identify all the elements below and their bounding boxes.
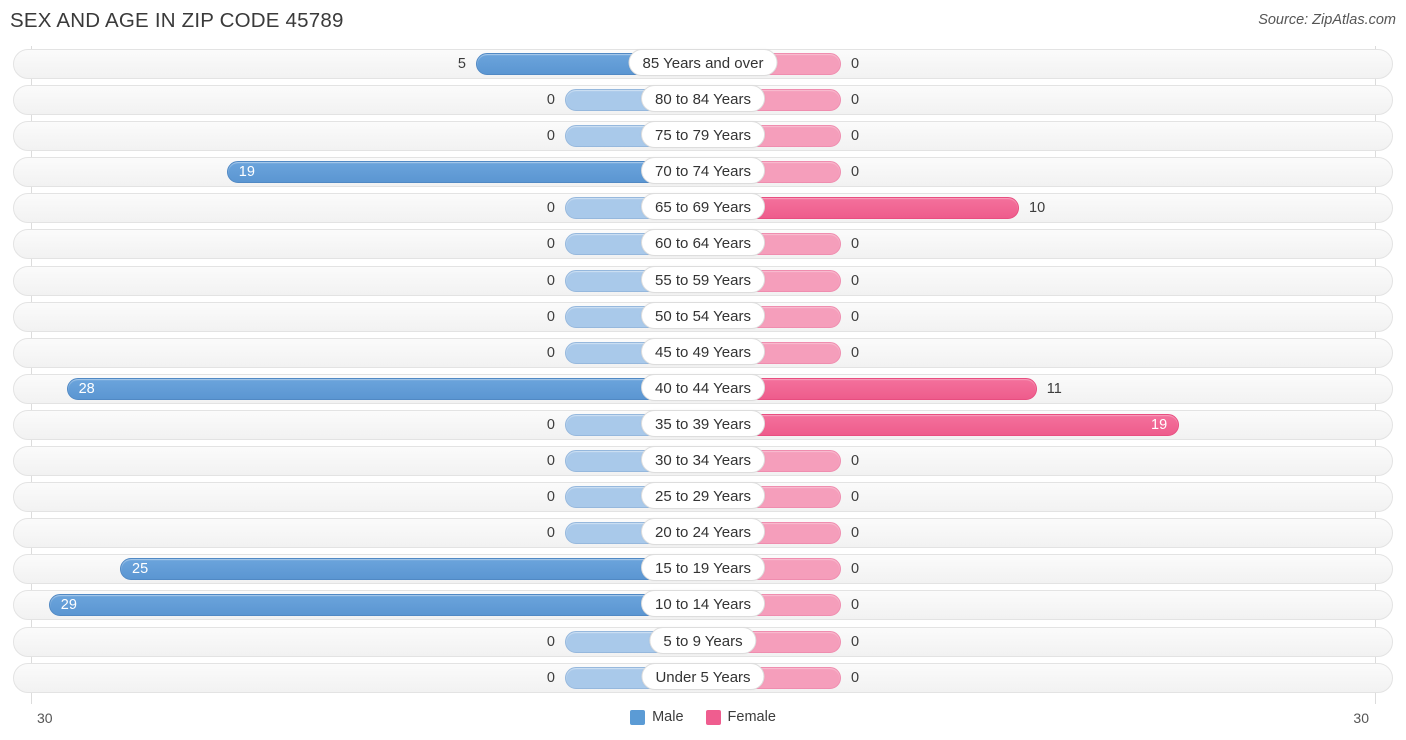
legend-item-male[interactable]: Male <box>630 709 684 725</box>
age-group-label: 70 to 74 Years <box>641 157 765 185</box>
age-group-label: 80 to 84 Years <box>641 85 765 113</box>
male-value-label: 0 <box>546 92 555 109</box>
table-row[interactable]: 0 0 20 to 24 Years <box>0 515 1406 551</box>
male-value-label: 29 <box>60 597 77 614</box>
age-group-label: 30 to 34 Years <box>641 446 765 474</box>
legend-swatch-female-icon <box>705 709 721 725</box>
female-value-label: 0 <box>851 489 860 506</box>
legend-swatch-male-icon <box>630 709 646 725</box>
age-group-label: 45 to 49 Years <box>641 337 765 365</box>
male-value-label: 28 <box>78 380 95 397</box>
female-value-label: 0 <box>851 308 860 325</box>
table-row[interactable]: 0 0 60 to 64 Years <box>0 226 1406 262</box>
female-value-label: 0 <box>851 453 860 470</box>
male-value-label: 0 <box>546 453 555 470</box>
male-value-label: 0 <box>546 489 555 506</box>
male-value-label: 0 <box>546 272 555 289</box>
female-value-label: 0 <box>851 525 860 542</box>
table-row[interactable]: 19 0 70 to 74 Years <box>0 154 1406 190</box>
table-row[interactable]: 0 0 Under 5 Years <box>0 660 1406 696</box>
table-row[interactable]: 28 11 40 to 44 Years <box>0 371 1406 407</box>
female-value-label: 0 <box>851 272 860 289</box>
female-value-label: 19 <box>1151 416 1168 433</box>
age-group-label: 10 to 14 Years <box>641 590 765 618</box>
legend-label-male: Male <box>652 709 684 725</box>
female-value-label: 0 <box>851 669 860 686</box>
age-group-label: 15 to 19 Years <box>641 554 765 582</box>
legend-label-female: Female <box>727 709 776 725</box>
source-attribution: Source: ZipAtlas.com <box>1258 12 1396 28</box>
female-value-label: 0 <box>851 128 860 145</box>
male-value-label: 0 <box>546 200 555 217</box>
age-group-label: 50 to 54 Years <box>641 301 765 329</box>
page-title: SEX AND AGE IN ZIP CODE 45789 <box>10 9 344 32</box>
female-value-label: 10 <box>1029 200 1046 217</box>
male-value-label: 5 <box>457 56 466 72</box>
chart-legend: Male Female <box>0 709 1406 725</box>
table-row[interactable]: 0 10 65 to 69 Years <box>0 190 1406 226</box>
age-group-label: 60 to 64 Years <box>641 229 765 257</box>
male-value-label: 0 <box>546 344 555 361</box>
female-value-label: 0 <box>851 344 860 361</box>
age-group-label: 85 Years and over <box>628 49 778 76</box>
male-value-label: 0 <box>546 669 555 686</box>
population-pyramid-chart: 5 0 85 Years and over 0 0 80 to 84 Years 0 0 75 … <box>0 46 1406 704</box>
table-row[interactable]: 0 0 80 to 84 Years <box>0 82 1406 118</box>
male-value-label: 0 <box>546 525 555 542</box>
male-bar[interactable] <box>48 594 703 617</box>
age-group-label: 20 to 24 Years <box>641 518 765 546</box>
chart-rows: 5 0 85 Years and over 0 0 80 to 84 Years 0 0 75 … <box>0 46 1406 696</box>
male-bar[interactable] <box>120 558 703 581</box>
legend-item-female[interactable]: Female <box>705 709 776 725</box>
age-group-label: 5 to 9 Years <box>649 626 757 654</box>
table-row[interactable]: 0 0 30 to 34 Years <box>0 443 1406 479</box>
male-value-label: 25 <box>132 561 149 578</box>
female-value-label: 11 <box>1046 380 1062 397</box>
male-value-label: 0 <box>546 416 555 433</box>
age-group-label: 35 to 39 Years <box>641 409 765 437</box>
male-value-label: 0 <box>546 236 555 253</box>
table-row[interactable]: 0 0 55 to 59 Years <box>0 263 1406 299</box>
table-row[interactable]: 29 0 10 to 14 Years <box>0 587 1406 623</box>
age-group-label: 75 to 79 Years <box>641 121 765 149</box>
table-row[interactable]: 0 0 5 to 9 Years <box>0 624 1406 660</box>
female-value-label: 0 <box>851 561 860 578</box>
table-row[interactable]: 5 0 85 Years and over <box>0 46 1406 82</box>
table-row[interactable]: 0 19 35 to 39 Years <box>0 407 1406 443</box>
male-value-label: 19 <box>238 164 255 181</box>
table-row[interactable]: 0 0 50 to 54 Years <box>0 299 1406 335</box>
table-row[interactable]: 0 0 25 to 29 Years <box>0 479 1406 515</box>
male-value-label: 0 <box>546 128 555 145</box>
female-value-label: 0 <box>851 56 860 72</box>
female-value-label: 0 <box>851 597 860 614</box>
age-group-label: Under 5 Years <box>641 662 765 690</box>
age-group-label: 40 to 44 Years <box>641 373 765 401</box>
male-value-label: 0 <box>546 308 555 325</box>
female-value-label: 0 <box>851 92 860 109</box>
female-value-label: 0 <box>851 633 860 650</box>
age-group-label: 65 to 69 Years <box>641 193 765 221</box>
table-row[interactable]: 0 0 75 to 79 Years <box>0 118 1406 154</box>
chart-header: SEX AND AGE IN ZIP CODE 45789 Source: Zi… <box>0 0 1406 46</box>
female-value-label: 0 <box>851 236 860 253</box>
table-row[interactable]: 25 0 15 to 19 Years <box>0 551 1406 587</box>
male-bar[interactable] <box>66 377 703 400</box>
age-group-label: 25 to 29 Years <box>641 482 765 510</box>
table-row[interactable]: 0 0 45 to 49 Years <box>0 335 1406 371</box>
chart-footer: 30 30 Male Female <box>0 704 1406 740</box>
female-value-label: 0 <box>851 164 860 181</box>
age-group-label: 55 to 59 Years <box>641 265 765 293</box>
male-value-label: 0 <box>546 633 555 650</box>
